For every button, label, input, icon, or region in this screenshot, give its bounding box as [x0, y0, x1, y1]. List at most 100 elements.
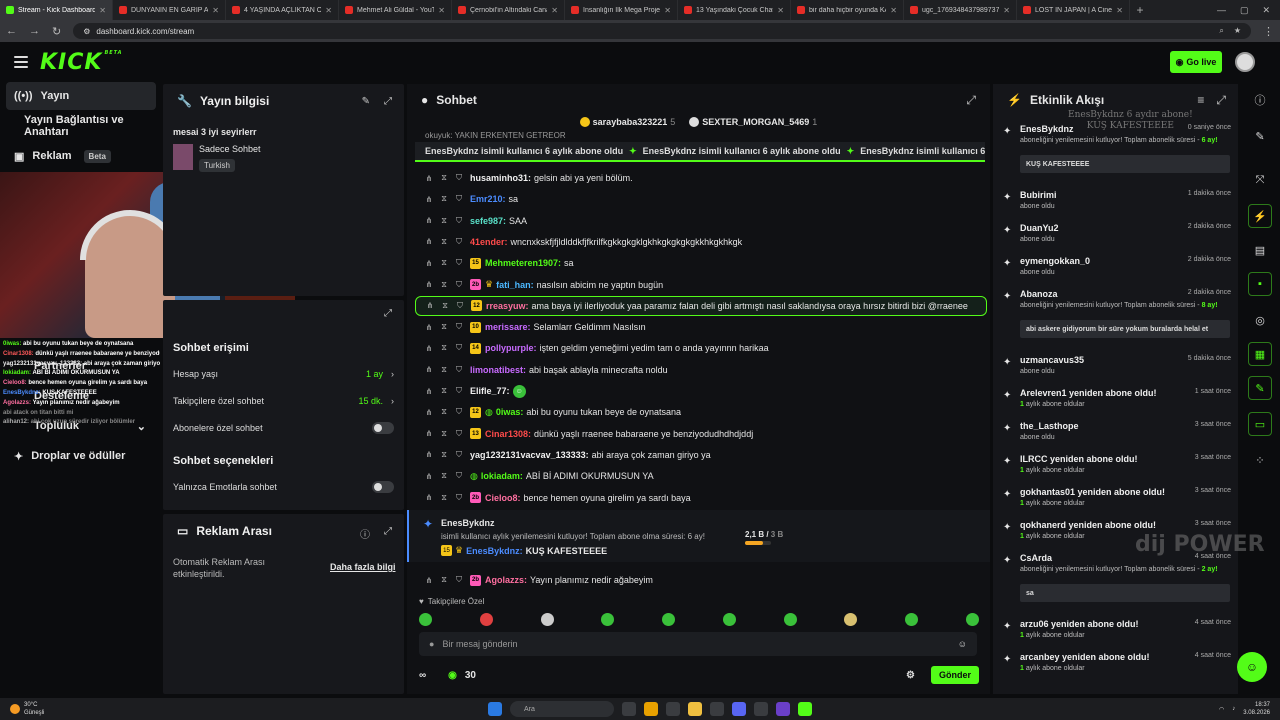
- sub-username[interactable]: EnesBykdnz: [441, 518, 495, 528]
- activity-name[interactable]: Abanoza: [1020, 289, 1058, 299]
- activity-name[interactable]: qokhanerd yeniden abone oldu!: [1020, 520, 1156, 530]
- browser-tab[interactable]: Mehmet Ali Güldal - YouTube ✕: [339, 0, 452, 20]
- browser-tab[interactable]: Stream - Kick Dashboard ✕: [0, 0, 113, 20]
- pin-icon[interactable]: ⋔: [425, 493, 433, 502]
- emote-icon[interactable]: [722, 612, 736, 626]
- close-icon[interactable]: ✕: [1003, 6, 1010, 15]
- browser-tab[interactable]: LOST IN JAPAN | A Cinematic✕: [1017, 0, 1130, 20]
- shield-icon[interactable]: ⛉: [455, 216, 463, 226]
- wifi-icon[interactable]: ◠: [1219, 706, 1224, 713]
- timeout-icon[interactable]: ⧖: [440, 429, 448, 439]
- account-age-row[interactable]: Hesap yaşı 1 ay ›: [173, 365, 394, 383]
- activity-name[interactable]: uzmancavus35: [1020, 355, 1084, 365]
- infinity-icon[interactable]: ∞: [419, 670, 426, 681]
- address-bar[interactable]: ⚙ dashboard.kick.com/stream ⌕ ★: [73, 23, 1251, 39]
- gifter-2[interactable]: SEXTER_MORGAN_5469 1: [689, 117, 817, 128]
- pin-icon[interactable]: ⋔: [425, 195, 433, 204]
- emote-icon[interactable]: [662, 612, 676, 626]
- chat-username[interactable]: Agolazzs:: [485, 575, 527, 585]
- tv-icon[interactable]: ▭: [1248, 412, 1272, 436]
- pin-icon[interactable]: ⋔: [425, 429, 433, 438]
- close-icon[interactable]: ✕: [99, 6, 106, 15]
- shield-icon[interactable]: ⛉: [455, 258, 463, 268]
- browser-tab[interactable]: Çernobil'in Altındaki Canavar ✕: [452, 0, 565, 20]
- popout-icon[interactable]: ⤢: [384, 308, 392, 319]
- timeout-icon[interactable]: ⧖: [440, 322, 448, 332]
- timeout-icon[interactable]: ⧖: [440, 343, 448, 353]
- shield-icon[interactable]: ⛉: [455, 322, 463, 332]
- subs-only-toggle[interactable]: [372, 422, 394, 434]
- sidebar-item-stream-key[interactable]: Yayın Bağlantısı ve Anahtarı: [6, 112, 156, 140]
- close-icon[interactable]: ✕: [1262, 5, 1270, 16]
- shield-icon[interactable]: ⛉: [455, 429, 463, 439]
- pin-icon[interactable]: ⋔: [425, 344, 433, 353]
- emote-icon[interactable]: [783, 612, 797, 626]
- send-button[interactable]: Gönder: [930, 666, 979, 684]
- chat-icon[interactable]: ▪: [1248, 272, 1272, 296]
- site-info-icon[interactable]: ⚙: [83, 27, 90, 36]
- shield-icon[interactable]: ⛉: [455, 237, 463, 247]
- shield-icon[interactable]: ⛉: [455, 575, 463, 585]
- emote-only-toggle[interactable]: [372, 481, 394, 493]
- timeout-icon[interactable]: ⧖: [440, 237, 448, 247]
- start-icon[interactable]: [488, 702, 502, 716]
- timeout-icon[interactable]: ⧖: [440, 386, 448, 396]
- chat-username[interactable]: sefe987:: [470, 216, 506, 226]
- pin-icon[interactable]: ⋔: [425, 174, 433, 183]
- apps-icon[interactable]: ⁘: [1248, 448, 1272, 472]
- learn-more-link[interactable]: Daha fazla bilgi: [330, 562, 396, 572]
- go-live-button[interactable]: ◉ Go live: [1170, 51, 1222, 73]
- chat-username[interactable]: husaminho31:: [470, 173, 531, 183]
- close-icon[interactable]: ✕: [212, 6, 219, 15]
- pin-icon[interactable]: ⋔: [425, 472, 433, 481]
- popout-icon[interactable]: ⤢: [1216, 93, 1226, 108]
- emote-icon[interactable]: [905, 612, 919, 626]
- edit-icon[interactable]: ✎: [362, 96, 370, 107]
- emoji-icon[interactable]: ☺: [958, 639, 967, 649]
- chat-username[interactable]: Emr210:: [470, 194, 506, 204]
- pin-icon[interactable]: ⋔: [425, 365, 433, 374]
- emote-icon[interactable]: [419, 612, 432, 626]
- broadcast-icon[interactable]: ◎: [1248, 308, 1272, 332]
- shield-icon[interactable]: ⛉: [455, 450, 463, 460]
- gift-icon[interactable]: ●: [429, 639, 434, 649]
- extensions-icon[interactable]: ⋮: [1263, 25, 1274, 38]
- shield-icon[interactable]: ⛉: [455, 386, 463, 396]
- minimize-icon[interactable]: —: [1217, 5, 1226, 16]
- chat-username[interactable]: 0iwas:: [496, 407, 524, 417]
- timeout-icon[interactable]: ⧖: [440, 194, 448, 204]
- reload-icon[interactable]: ↻: [52, 25, 61, 38]
- shield-icon[interactable]: ⛉: [455, 407, 463, 417]
- emote-icon[interactable]: [601, 612, 615, 626]
- folder-icon[interactable]: [688, 702, 702, 716]
- timeout-icon[interactable]: ⧖: [440, 216, 448, 226]
- shield-icon[interactable]: ⛉: [455, 471, 463, 481]
- activity-name[interactable]: eymengokkan_0: [1020, 256, 1090, 266]
- browser-icon[interactable]: [644, 702, 658, 716]
- app-icon[interactable]: [776, 702, 790, 716]
- close-icon[interactable]: ✕: [777, 6, 784, 15]
- activity-name[interactable]: arcanbey yeniden abone oldu!: [1020, 652, 1150, 662]
- layout-icon[interactable]: ▦: [1248, 342, 1272, 366]
- help-chat-button[interactable]: ☺: [1237, 652, 1267, 682]
- close-icon[interactable]: ✕: [325, 6, 332, 15]
- wrench-icon[interactable]: ✎: [1248, 124, 1272, 148]
- popout-icon[interactable]: ⤢: [384, 526, 392, 541]
- activity-name[interactable]: arzu06 yeniden abone oldu!: [1020, 619, 1139, 629]
- close-icon[interactable]: ✕: [1116, 6, 1123, 15]
- kick-logo[interactable]: KICK BETA: [40, 50, 123, 75]
- activity-name[interactable]: gokhantas01 yeniden abone oldu!: [1020, 487, 1165, 497]
- clock-time[interactable]: 18:37: [1255, 702, 1270, 708]
- chat-input[interactable]: ● Bir mesaj gönderin ☺: [419, 632, 977, 656]
- volume-icon[interactable]: ♪: [1232, 706, 1235, 712]
- chat-username[interactable]: yag1232131vacvav_133333:: [470, 450, 589, 460]
- obs-icon[interactable]: [754, 702, 768, 716]
- pin-icon[interactable]: ⋔: [425, 280, 433, 289]
- activity-name[interactable]: the_Lasthope: [1020, 421, 1079, 431]
- chat-username[interactable]: lokiadam:: [481, 471, 523, 481]
- shield-icon[interactable]: ⛉: [455, 280, 463, 290]
- activity-name[interactable]: DuanYu2: [1020, 223, 1059, 233]
- back-icon[interactable]: ←: [6, 25, 17, 37]
- chat-username[interactable]: 41ender:: [470, 237, 508, 247]
- chat-username[interactable]: rreasyuw:: [486, 301, 529, 311]
